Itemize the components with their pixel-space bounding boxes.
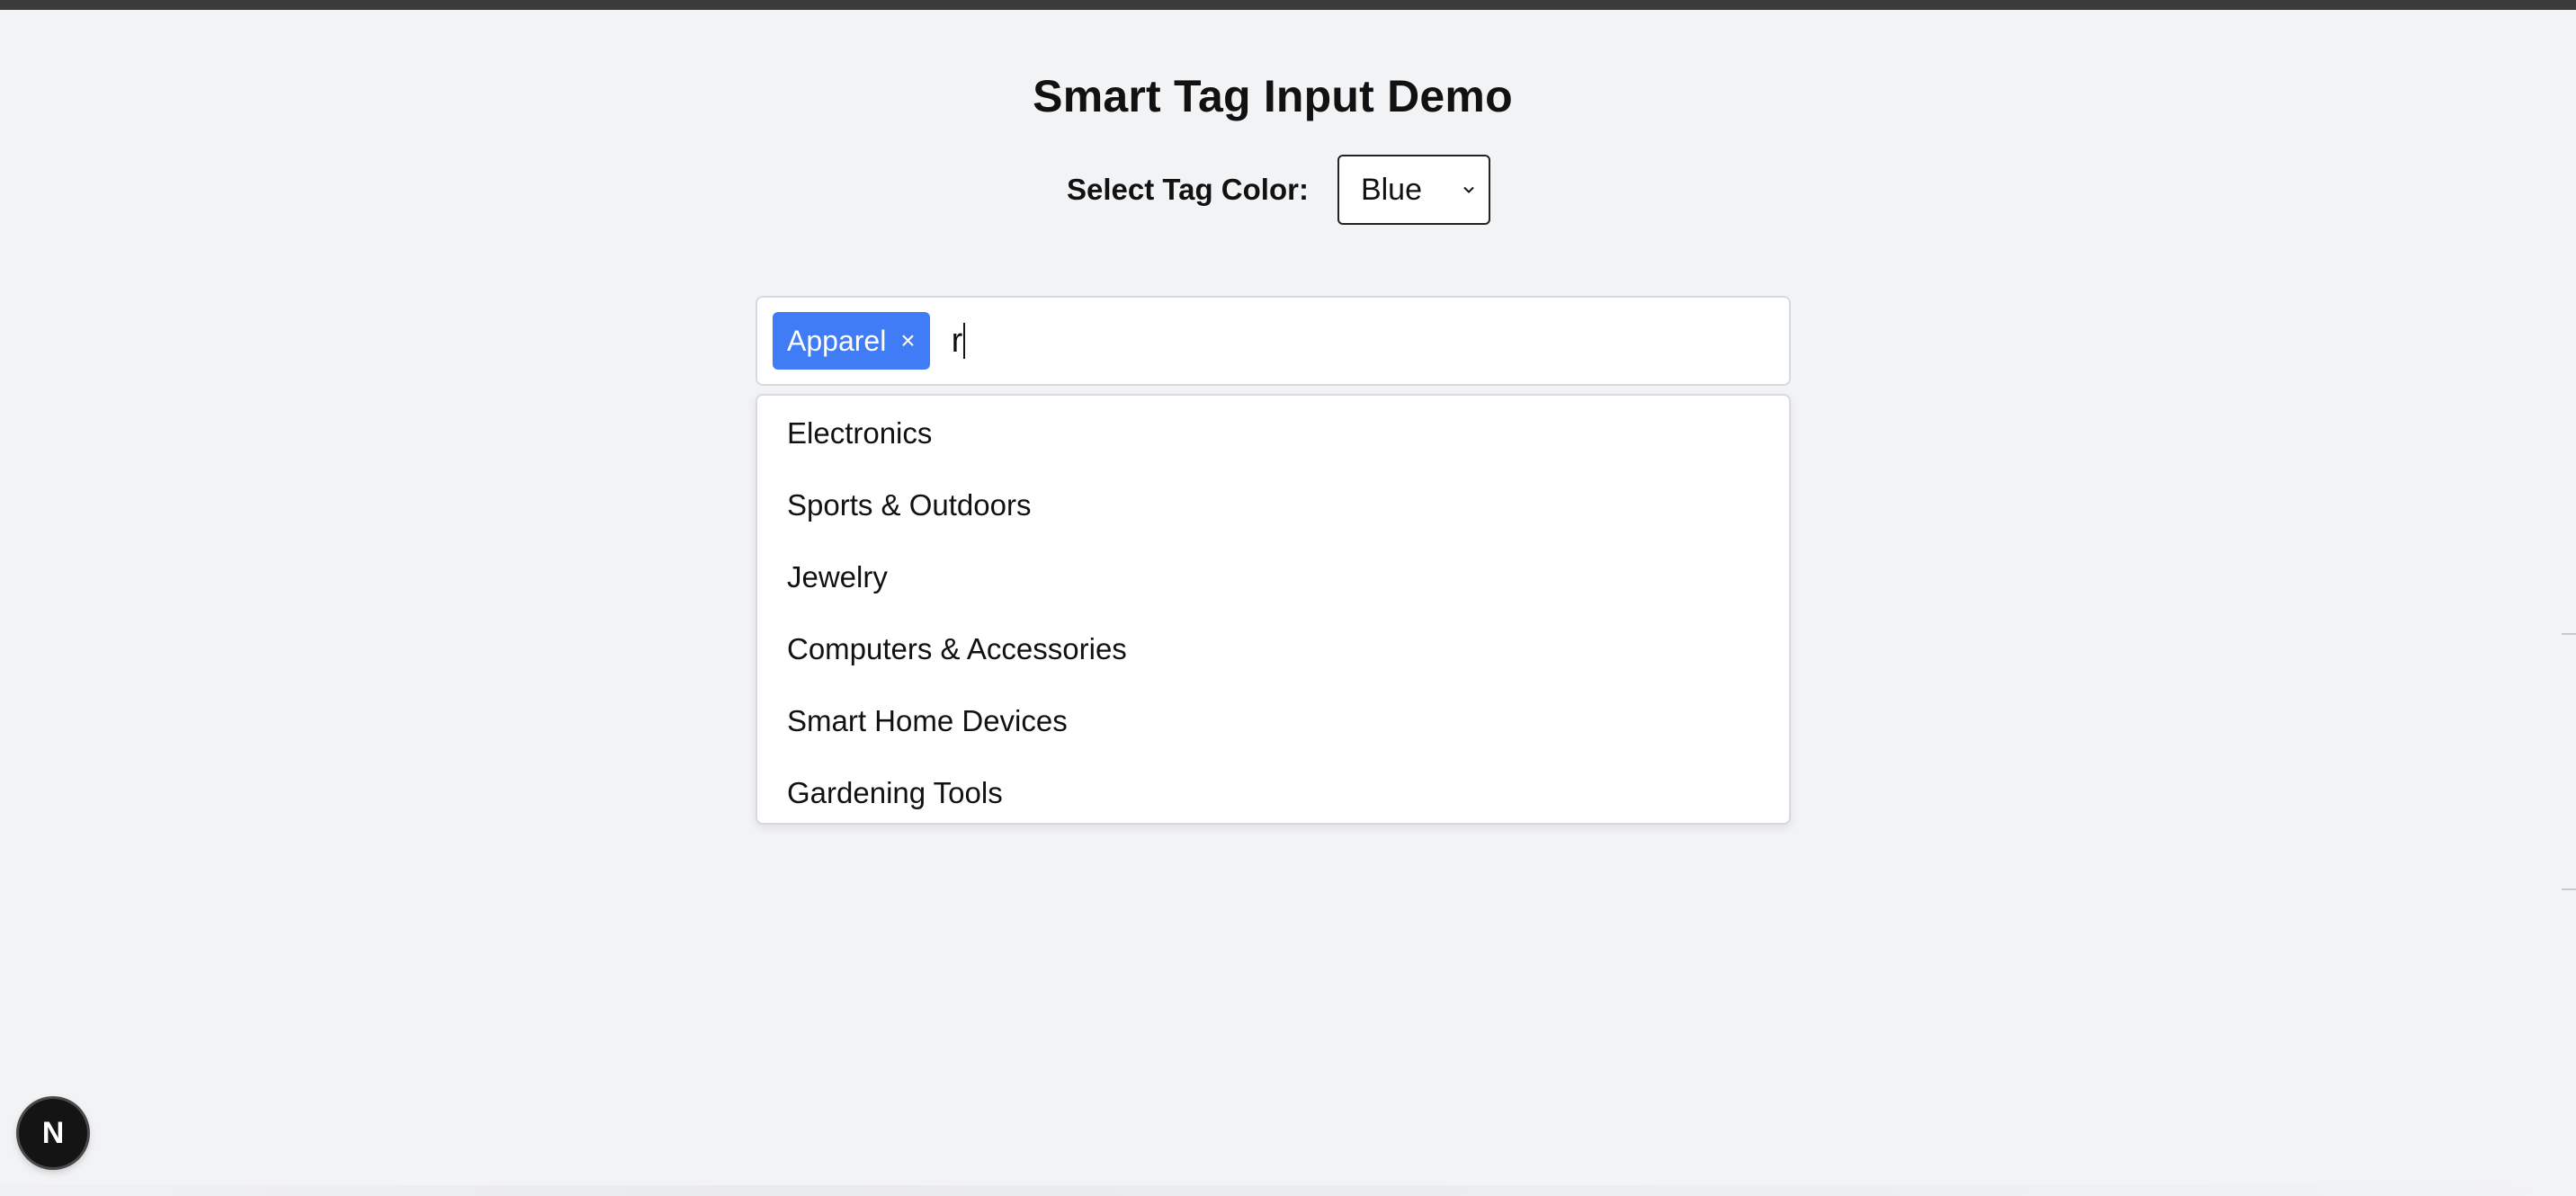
suggestion-item[interactable]: Electronics	[757, 397, 1789, 469]
nextjs-badge-letter: N	[41, 1115, 65, 1150]
suggestion-item[interactable]: Sports & Outdoors	[757, 469, 1789, 541]
tag-text-entry[interactable]: r	[952, 312, 966, 370]
tag-color-selected-value: Blue	[1360, 172, 1422, 207]
tag-color-row: Select Tag Color: Blue	[1067, 155, 1490, 225]
scroll-edge-mark	[2562, 633, 2576, 635]
suggestions-dropdown: Electronics Sports & Outdoors Jewelry Co…	[756, 394, 1791, 825]
tag-typed-text: r	[951, 321, 963, 360]
tag-input-field[interactable]: Apparel × r	[756, 296, 1791, 386]
suggestion-item[interactable]: Jewelry	[757, 541, 1789, 613]
tag-color-select[interactable]: Blue	[1337, 155, 1490, 225]
text-caret	[963, 323, 966, 359]
suggestion-item[interactable]: Gardening Tools	[757, 757, 1789, 823]
tag-chip-label: Apparel	[787, 324, 887, 357]
bottom-edge-strip	[0, 1185, 2576, 1196]
page-title: Smart Tag Input Demo	[1033, 71, 1513, 121]
tag-remove-icon[interactable]: ×	[900, 326, 915, 355]
tag-color-label: Select Tag Color:	[1067, 173, 1309, 206]
chevron-down-icon	[1463, 186, 1474, 193]
nextjs-logo-icon[interactable]: N	[19, 1099, 87, 1167]
suggestion-item[interactable]: Smart Home Devices	[757, 685, 1789, 757]
tag-chip-apparel: Apparel ×	[773, 312, 930, 370]
scroll-edge-mark	[2562, 888, 2576, 890]
suggestion-item[interactable]: Computers & Accessories	[757, 613, 1789, 685]
window-top-bar	[0, 0, 2576, 10]
